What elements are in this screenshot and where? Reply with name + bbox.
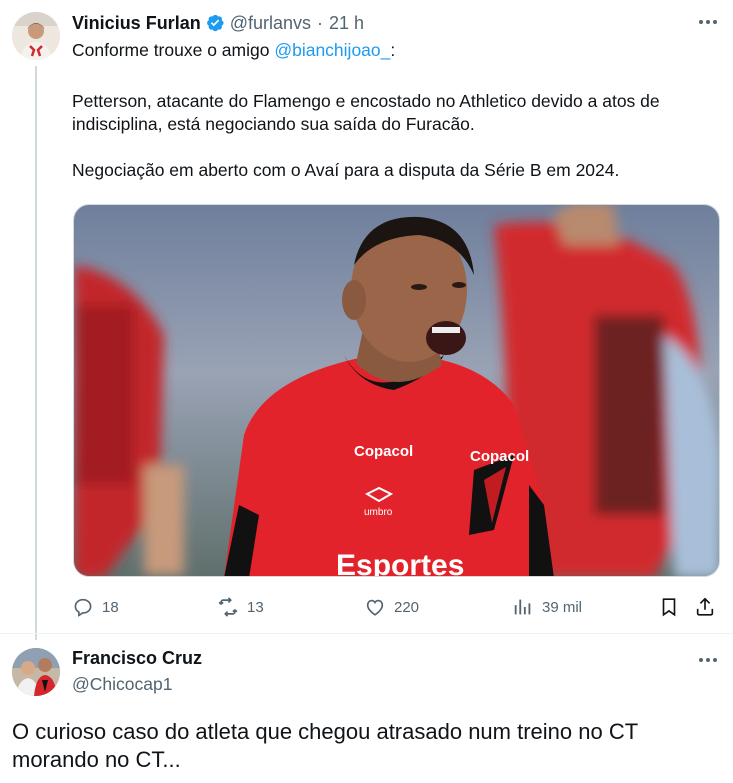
bookmark-icon — [662, 598, 676, 617]
views-chart-icon — [514, 599, 531, 615]
retweet-icon — [218, 597, 238, 617]
views-count: 39 mil — [542, 598, 583, 616]
like-count: 220 — [394, 598, 420, 616]
shirt-bottom-text: Esportes — [336, 549, 464, 577]
more-options-icon[interactable] — [694, 12, 722, 32]
author-handle[interactable]: @furlanvs — [230, 13, 311, 34]
shirt-sponsor-right: Copacol — [470, 448, 529, 465]
shirt-brand: umbro — [364, 507, 393, 518]
reply-author-avatar[interactable] — [12, 648, 60, 696]
quote-intro-suffix: : — [390, 40, 396, 60]
retweet-count: 13 — [247, 598, 264, 616]
bookmark-button[interactable] — [658, 594, 680, 620]
reply-author-handle[interactable]: @Chicocap1 — [72, 674, 172, 695]
reply-count: 18 — [102, 598, 119, 616]
share-button[interactable] — [694, 594, 716, 620]
share-icon — [696, 597, 714, 616]
quote-intro-text: Conforme trouxe o amigo — [72, 40, 275, 60]
tweet-actions-bar: 18 13 220 39 mil — [72, 594, 720, 620]
reply-button[interactable]: 18 — [72, 594, 119, 620]
retweet-button[interactable]: 13 — [217, 594, 264, 620]
views-button[interactable]: 39 mil — [512, 594, 582, 620]
quote-intro: Conforme trouxe o amigo @bianchijoao_: — [72, 40, 395, 61]
tweet-text: Petterson, atacante do Flamengo e encost… — [72, 90, 712, 205]
tweet-paragraph: Petterson, atacante do Flamengo e encost… — [72, 91, 660, 134]
reply-icon — [74, 598, 92, 617]
verified-badge-icon[interactable] — [205, 13, 225, 33]
reply-author-name[interactable]: Francisco Cruz — [72, 648, 202, 669]
author-avatar[interactable] — [12, 12, 60, 60]
mention-link[interactable]: @bianchijoao_ — [274, 40, 390, 60]
thread-connector-line — [35, 66, 37, 640]
tweet-media-photo[interactable]: Copacol Copacol umbro Esportes — [73, 204, 720, 577]
reply-more-options-icon[interactable] — [694, 650, 722, 670]
like-button[interactable]: 220 — [364, 594, 419, 620]
tweet-timestamp[interactable]: 21 h — [329, 13, 364, 34]
author-name[interactable]: Vinicius Furlan — [72, 13, 201, 34]
tweet-divider — [0, 633, 733, 634]
tweet-paragraph: Negociação em aberto com o Avaí para a d… — [72, 160, 620, 180]
reply-tweet-text: O curioso caso do atleta que chegou atra… — [12, 719, 638, 772]
shirt-sponsor-left: Copacol — [354, 443, 413, 460]
heart-icon — [366, 599, 384, 616]
separator-dot: · — [317, 12, 324, 33]
tweet-header: Vinicius Furlan @furlanvs · 21 h — [72, 10, 364, 36]
